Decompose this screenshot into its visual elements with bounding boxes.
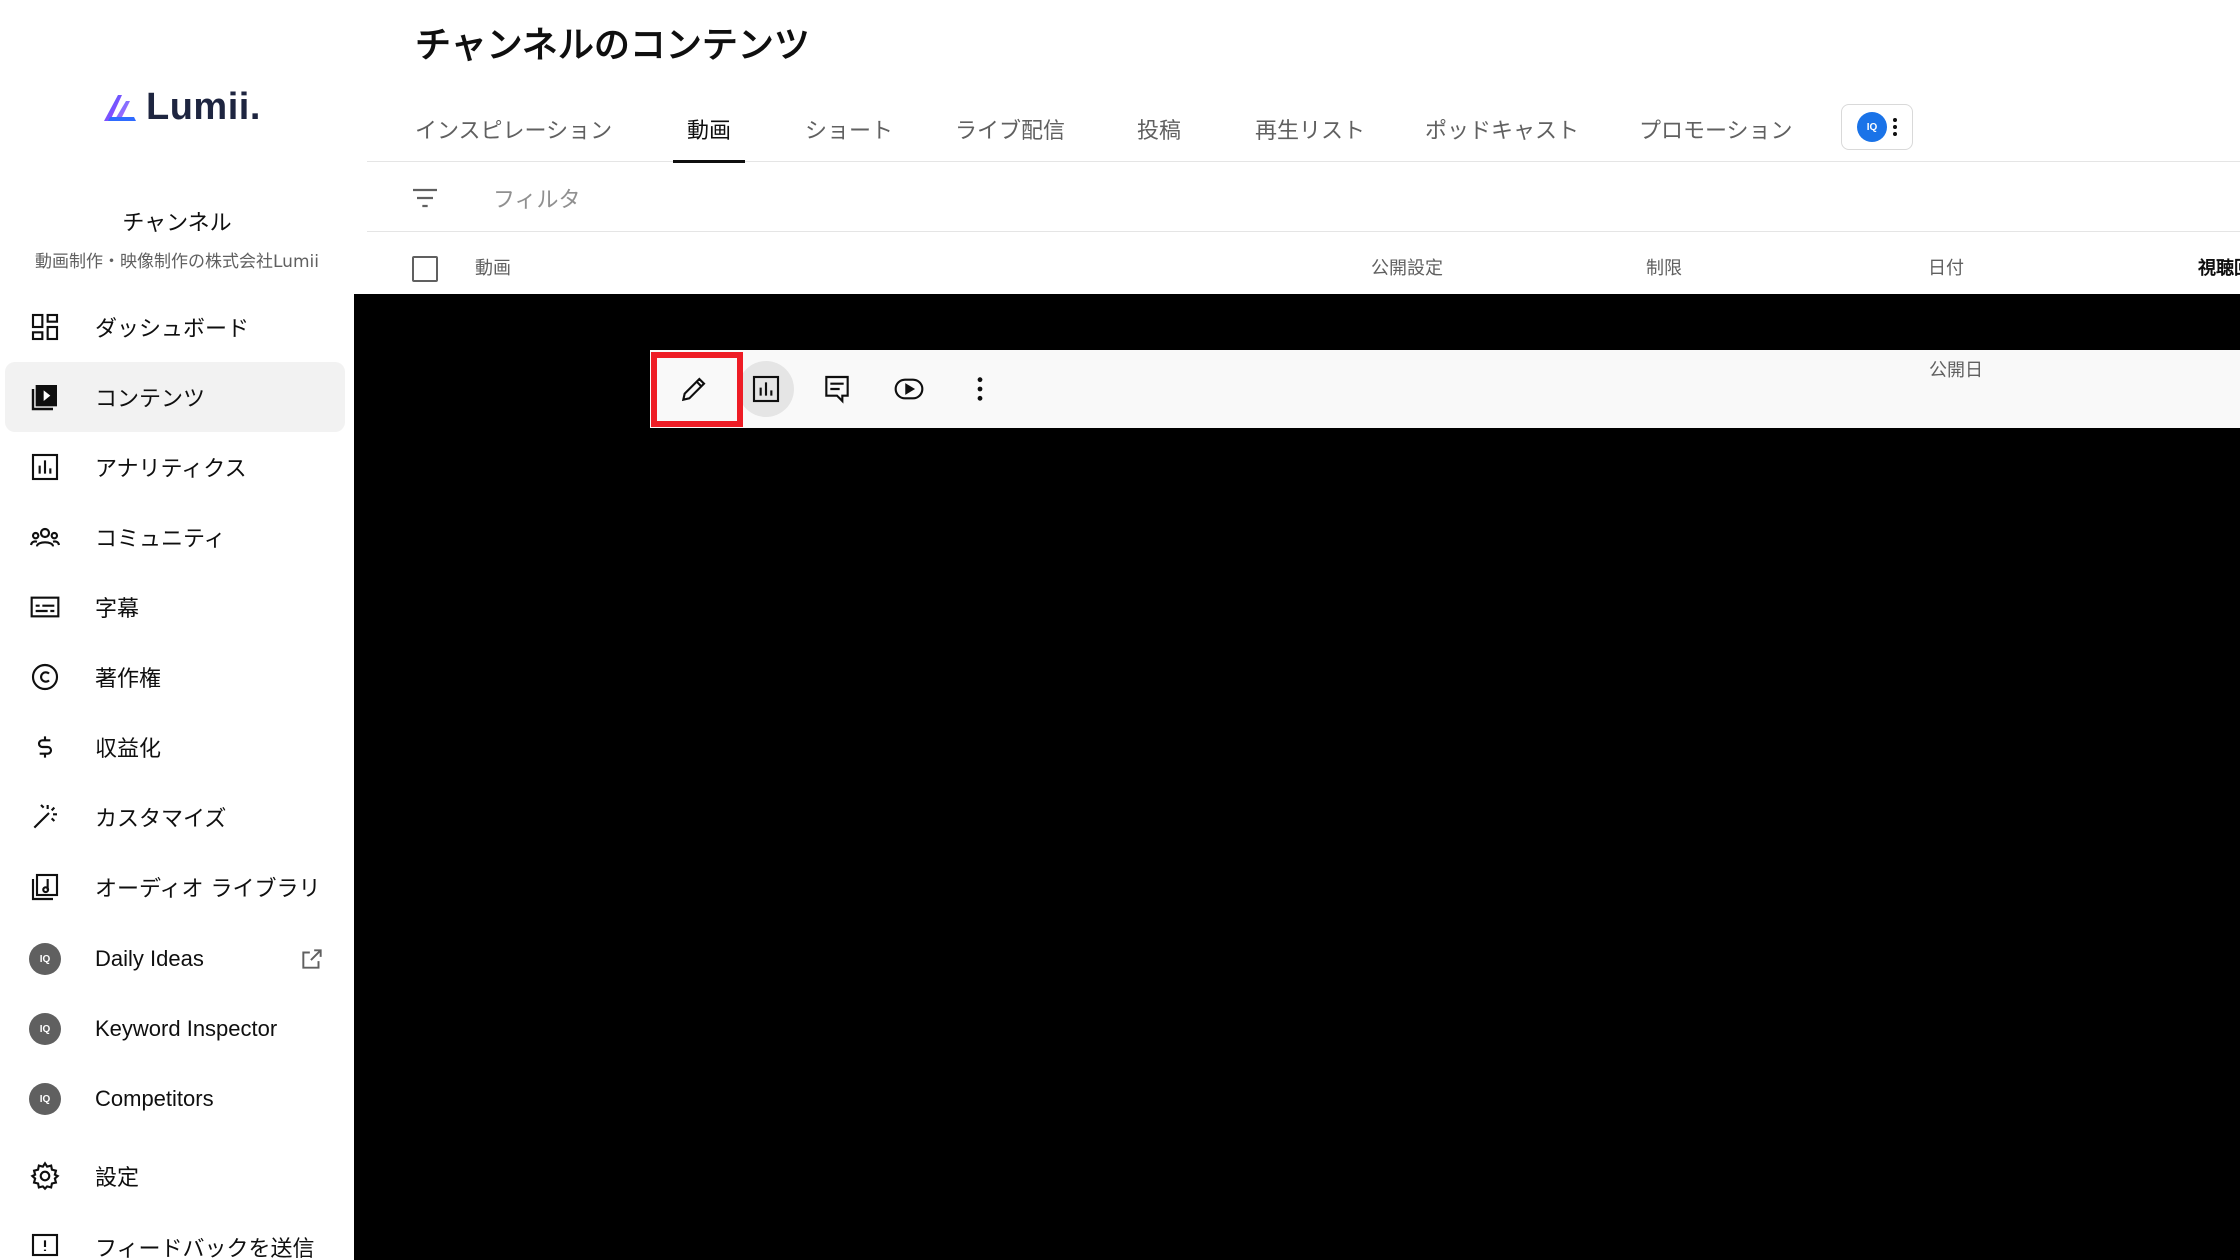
sidebar-item-content[interactable]: コンテンツ bbox=[5, 362, 345, 432]
analytics-button[interactable] bbox=[738, 361, 794, 417]
filter-bar: フィルタ bbox=[367, 162, 2240, 232]
copyright-icon bbox=[25, 657, 65, 697]
comments-button[interactable] bbox=[809, 361, 865, 417]
column-header-date[interactable]: 日付 bbox=[1928, 254, 1964, 280]
brand-logo[interactable]: Lumii. bbox=[100, 82, 261, 132]
feedback-icon bbox=[25, 1227, 65, 1260]
dark-overlay bbox=[354, 294, 2240, 1260]
filter-icon[interactable] bbox=[409, 182, 441, 214]
external-link-icon bbox=[299, 946, 325, 972]
sidebar-item-competitors[interactable]: IQ Competitors bbox=[5, 1064, 345, 1134]
tab-shorts[interactable]: ショート bbox=[805, 96, 893, 162]
channel-subtitle: 動画制作・映像制作の株式会社Lumii bbox=[35, 252, 319, 272]
dollar-icon bbox=[25, 727, 65, 767]
pencil-icon bbox=[681, 377, 706, 402]
sidebar-item-label: Daily Ideas bbox=[95, 946, 204, 971]
content-tabs: インスピレーション 動画 ショート ライブ配信 投稿 再生リスト ポッドキャスト… bbox=[367, 96, 2240, 163]
iq-badge-icon: IQ bbox=[25, 939, 65, 979]
sidebar-item-label: 設定 bbox=[95, 1166, 140, 1191]
select-all-checkbox[interactable] bbox=[412, 256, 438, 282]
sidebar-item-keyword-inspector[interactable]: IQ Keyword Inspector bbox=[5, 994, 345, 1064]
channel-title: チャンネル bbox=[122, 211, 232, 236]
more-options-button[interactable] bbox=[952, 361, 1008, 417]
sidebar-item-feedback[interactable]: フィードバックを送信 bbox=[5, 1212, 345, 1260]
sidebar-item-analytics[interactable]: アナリティクス bbox=[5, 432, 345, 502]
comments-icon bbox=[825, 375, 849, 404]
sidebar-item-label: コミュニティ bbox=[95, 527, 226, 552]
tab-posts[interactable]: 投稿 bbox=[1137, 96, 1181, 162]
view-on-youtube-button[interactable] bbox=[881, 361, 937, 417]
column-header-restrictions[interactable]: 制限 bbox=[1646, 254, 1682, 280]
iq-extension-icon: IQ bbox=[1857, 112, 1887, 142]
sidebar-item-daily-ideas[interactable]: IQ Daily Ideas bbox=[5, 924, 345, 994]
sidebar-item-label: 収益化 bbox=[95, 737, 162, 762]
iq-badge-icon: IQ bbox=[25, 1079, 65, 1119]
sidebar-item-label: フィードバックを送信 bbox=[95, 1237, 315, 1260]
sidebar-item-label: コンテンツ bbox=[95, 387, 206, 412]
extension-menu-button[interactable]: IQ bbox=[1841, 104, 1913, 150]
sidebar-item-label: 字幕 bbox=[95, 597, 140, 622]
column-header-views[interactable]: 視聴回 bbox=[2198, 254, 2240, 280]
gear-icon bbox=[25, 1156, 65, 1196]
tab-inspiration[interactable]: インスピレーション bbox=[415, 96, 612, 162]
sidebar-item-customize[interactable]: カスタマイズ bbox=[5, 782, 345, 852]
tab-promotions[interactable]: プロモーション bbox=[1639, 96, 1793, 162]
content-icon bbox=[25, 377, 65, 417]
sidebar-item-label: オーディオ ライブラリ bbox=[95, 877, 321, 902]
tab-podcasts[interactable]: ポッドキャスト bbox=[1425, 96, 1579, 162]
iq-badge-icon: IQ bbox=[25, 1009, 65, 1049]
row-action-toolbar bbox=[650, 350, 2240, 428]
publish-date-label: 公開日 bbox=[1929, 360, 1983, 381]
audio-library-icon bbox=[25, 867, 65, 907]
sidebar-item-audio-library[interactable]: オーディオ ライブラリ bbox=[5, 852, 345, 922]
sidebar-item-label: Competitors bbox=[95, 1086, 214, 1111]
page-title: チャンネルのコンテンツ bbox=[415, 25, 810, 66]
dashboard-icon bbox=[25, 307, 65, 347]
sidebar-item-label: 著作権 bbox=[95, 667, 162, 692]
sidebar-item-dashboard[interactable]: ダッシュボード bbox=[5, 292, 345, 362]
tab-playlists[interactable]: 再生リスト bbox=[1255, 96, 1365, 162]
tab-live[interactable]: ライブ配信 bbox=[955, 96, 1065, 162]
analytics-icon bbox=[25, 447, 65, 487]
sidebar-item-label: Keyword Inspector bbox=[95, 1016, 278, 1041]
community-icon bbox=[25, 517, 65, 557]
kebab-icon bbox=[1893, 118, 1897, 136]
sidebar-item-community[interactable]: コミュニティ bbox=[5, 502, 345, 572]
sidebar-item-copyright[interactable]: 著作権 bbox=[5, 642, 345, 712]
table-header: 動画 公開設定 制限 日付 視聴回 bbox=[367, 232, 2240, 294]
analytics-icon bbox=[752, 375, 780, 403]
lumii-logo-icon bbox=[104, 95, 136, 121]
magic-wand-icon bbox=[25, 797, 65, 837]
subtitles-icon bbox=[25, 587, 65, 627]
tab-videos[interactable]: 動画 bbox=[672, 96, 746, 163]
iq-badge: IQ bbox=[29, 1013, 61, 1045]
brand-name: Lumii. bbox=[146, 85, 261, 128]
iq-badge: IQ bbox=[29, 1083, 61, 1115]
sidebar-item-label: ダッシュボード bbox=[95, 317, 250, 342]
filter-input[interactable]: フィルタ bbox=[493, 182, 581, 214]
sidebar: Lumii. チャンネル 動画制作・映像制作の株式会社Lumii ダッシュボード… bbox=[0, 0, 354, 1260]
iq-badge: IQ bbox=[29, 943, 61, 975]
kebab-icon bbox=[977, 377, 983, 401]
sidebar-item-monetization[interactable]: 収益化 bbox=[5, 712, 345, 782]
edit-details-button[interactable] bbox=[666, 361, 722, 417]
column-header-visibility[interactable]: 公開設定 bbox=[1371, 254, 1443, 280]
youtube-play-icon bbox=[894, 378, 924, 400]
column-header-video[interactable]: 動画 bbox=[475, 254, 511, 280]
sidebar-item-label: アナリティクス bbox=[95, 457, 247, 482]
channel-info: チャンネル 動画制作・映像制作の株式会社Lumii bbox=[0, 205, 354, 272]
sidebar-item-settings[interactable]: 設定 bbox=[5, 1141, 345, 1211]
sidebar-item-subtitles[interactable]: 字幕 bbox=[5, 572, 345, 642]
sidebar-item-label: カスタマイズ bbox=[95, 807, 227, 832]
